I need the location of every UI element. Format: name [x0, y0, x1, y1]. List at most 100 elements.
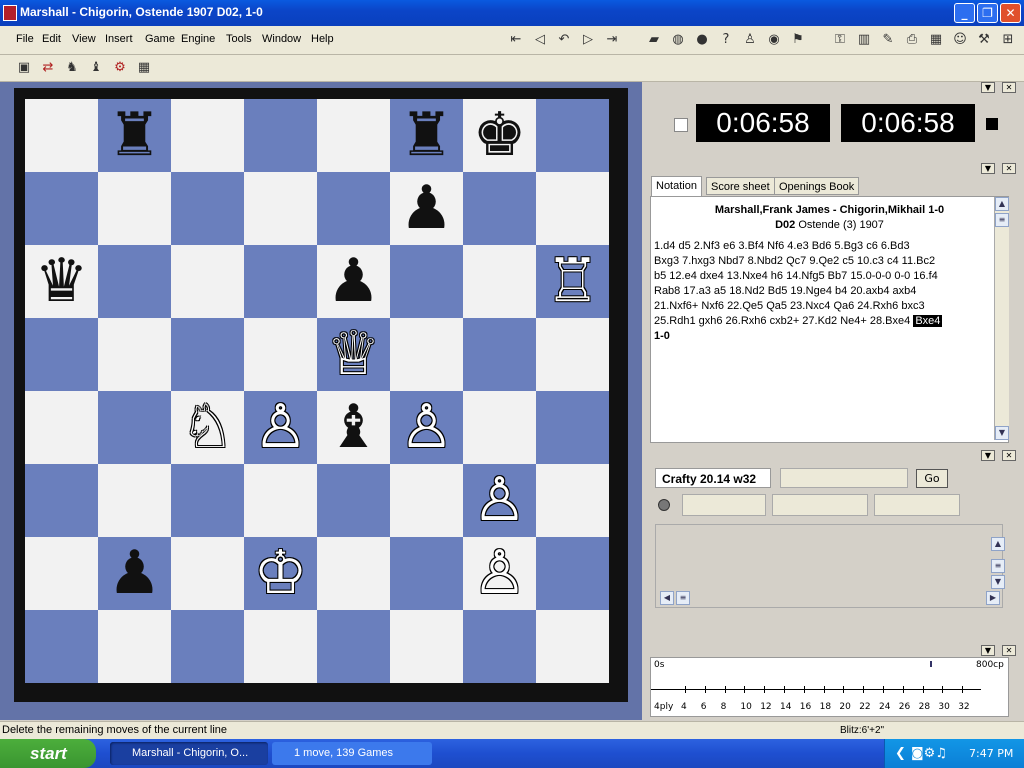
- square-h1[interactable]: [536, 610, 609, 683]
- black-pawn-b2[interactable]: ♟: [98, 537, 171, 610]
- taskbar-item-database[interactable]: 1 move, 139 Games: [272, 742, 432, 765]
- current-move[interactable]: Bxe4: [913, 315, 943, 327]
- scroll-left-button[interactable]: ◀: [660, 591, 674, 605]
- tab-score-sheet[interactable]: Score sheet: [706, 177, 775, 195]
- square-g7[interactable]: [463, 172, 536, 245]
- white-pawn-d4[interactable]: ♙: [244, 391, 317, 464]
- square-f5[interactable]: [390, 318, 463, 391]
- panel-close-button[interactable]: ✕: [1002, 645, 1016, 656]
- square-e2[interactable]: [317, 537, 390, 610]
- panel-menu-button[interactable]: ▼: [981, 450, 995, 461]
- move-line[interactable]: Rab8 17.a3 a5 18.Nd2 Bd5 19.Nge4 b4 20.a…: [654, 284, 994, 299]
- panel-close-button[interactable]: ✕: [1002, 163, 1016, 174]
- square-c5[interactable]: [171, 318, 244, 391]
- square-c6[interactable]: [171, 245, 244, 318]
- save-icon[interactable]: ▣: [16, 60, 32, 76]
- panel-menu-button[interactable]: ▼: [981, 82, 995, 93]
- square-b6[interactable]: [98, 245, 171, 318]
- prev-move-icon[interactable]: ◁: [532, 32, 548, 48]
- square-e7[interactable]: [317, 172, 390, 245]
- move-line[interactable]: b5 12.e4 dxe4 13.Nxe4 h6 14.Nfg5 Bb7 15.…: [654, 269, 994, 284]
- square-b5[interactable]: [98, 318, 171, 391]
- ball-icon[interactable]: ◉: [766, 32, 782, 48]
- white-pawn-g2[interactable]: ♙: [463, 537, 536, 610]
- minimize-button[interactable]: _: [954, 3, 975, 23]
- square-a7[interactable]: [25, 172, 98, 245]
- notation-scrollbar[interactable]: ▲ ≡ ▼: [994, 197, 1009, 440]
- square-a8[interactable]: [25, 99, 98, 172]
- menu-tools[interactable]: Tools: [226, 33, 252, 45]
- panel-close-button[interactable]: ✕: [1002, 450, 1016, 461]
- last-move-icon[interactable]: ⇥: [604, 32, 620, 48]
- black-rook-f8[interactable]: ♜: [390, 99, 463, 172]
- white-king-d2[interactable]: ♔: [244, 537, 317, 610]
- black-queen-a6[interactable]: ♛: [25, 245, 98, 318]
- square-g5[interactable]: [463, 318, 536, 391]
- menu-file[interactable]: File: [16, 33, 34, 45]
- restore-button[interactable]: ❐: [977, 3, 998, 23]
- square-d8[interactable]: [244, 99, 317, 172]
- square-c3[interactable]: [171, 464, 244, 537]
- square-d6[interactable]: [244, 245, 317, 318]
- panel-menu-button[interactable]: ▼: [981, 163, 995, 174]
- move-line[interactable]: 21.Nxf6+ Nxf6 22.Qe5 Qa5 23.Nxc4 Qa6 24.…: [654, 299, 994, 314]
- menu-engine[interactable]: Engine: [181, 33, 215, 45]
- engine-output[interactable]: ▲ ≡ ▼ ◀ ≡ ▶: [655, 524, 1005, 608]
- user-icon[interactable]: ☺: [952, 32, 968, 48]
- square-g6[interactable]: [463, 245, 536, 318]
- square-h8[interactable]: [536, 99, 609, 172]
- globe-icon[interactable]: ◍: [670, 32, 686, 48]
- square-h3[interactable]: [536, 464, 609, 537]
- move-line[interactable]: 1.d4 d5 2.Nf3 e6 3.Bf4 Nf6 4.e3 Bd6 5.Bg…: [654, 239, 994, 254]
- tools-icon[interactable]: ⚒: [976, 32, 992, 48]
- square-e8[interactable]: [317, 99, 390, 172]
- white-pawn-g3[interactable]: ♙: [463, 464, 536, 537]
- pieces2-icon[interactable]: ♝: [88, 60, 104, 76]
- scroll-h-thumb[interactable]: ≡: [676, 591, 690, 605]
- white-rook-h6[interactable]: ♖: [536, 245, 609, 318]
- move-line[interactable]: Bxg3 7.hxg3 Nbd7 8.Nbd2 Qc7 9.Qe2 c5 10.…: [654, 254, 994, 269]
- scroll-up-button[interactable]: ▲: [995, 197, 1009, 211]
- square-b1[interactable]: [98, 610, 171, 683]
- key-icon[interactable]: ⚿: [832, 32, 848, 48]
- menu-window[interactable]: Window: [262, 33, 301, 45]
- menu-insert[interactable]: Insert: [105, 33, 133, 45]
- close-button[interactable]: ✕: [1000, 3, 1021, 23]
- move-line[interactable]: 25.Rdh1 gxh6 26.Rxh6 cxb2+ 27.Kd2 Ne4+ 2…: [654, 314, 994, 329]
- folder-icon[interactable]: ▰: [646, 32, 662, 48]
- scroll-thumb[interactable]: ≡: [991, 559, 1005, 573]
- scroll-right-button[interactable]: ▶: [986, 591, 1000, 605]
- menu-view[interactable]: View: [72, 33, 96, 45]
- menu-edit[interactable]: Edit: [42, 33, 61, 45]
- square-g4[interactable]: [463, 391, 536, 464]
- start-button[interactable]: start: [0, 739, 96, 768]
- black-rook-b8[interactable]: ♜: [98, 99, 171, 172]
- undo-icon[interactable]: ↶: [556, 32, 572, 48]
- square-f2[interactable]: [390, 537, 463, 610]
- setup-icon[interactable]: ⊞: [1000, 32, 1016, 48]
- first-move-icon[interactable]: ⇤: [508, 32, 524, 48]
- print-icon[interactable]: ⎙: [904, 32, 920, 48]
- square-c7[interactable]: [171, 172, 244, 245]
- evaluation-graph[interactable]: 0s 800cp 4ply 4 6 8 10 12 14 16 18 20 22 24 26 28 30 3…: [650, 657, 1009, 717]
- tray-arrow-icon[interactable]: ❮: [895, 739, 906, 768]
- tab-openings-book[interactable]: Openings Book: [774, 177, 860, 195]
- white-knight-c4[interactable]: ♘: [171, 391, 244, 464]
- square-b3[interactable]: [98, 464, 171, 537]
- square-h4[interactable]: [536, 391, 609, 464]
- square-a4[interactable]: [25, 391, 98, 464]
- chess-board[interactable]: ♜ ♜ ♚ ♟ ♛ ♟ ♖ ♕ ♘ ♙ ♝ ♙ ♙ ♟ ♔ ♙: [14, 88, 628, 702]
- taskbar-item-chessbase[interactable]: Marshall - Chigorin, O...: [110, 742, 268, 765]
- white-queen-e5[interactable]: ♕: [317, 318, 390, 391]
- square-d7[interactable]: [244, 172, 317, 245]
- next-move-icon[interactable]: ▷: [580, 32, 596, 48]
- app-icon[interactable]: [3, 5, 17, 21]
- panel-menu-button[interactable]: ▼: [981, 645, 995, 656]
- square-a5[interactable]: [25, 318, 98, 391]
- square-b7[interactable]: [98, 172, 171, 245]
- square-d3[interactable]: [244, 464, 317, 537]
- grid-icon[interactable]: ▦: [136, 60, 152, 76]
- question-icon[interactable]: ?: [718, 32, 734, 48]
- black-pawn-e6[interactable]: ♟: [317, 245, 390, 318]
- square-h2[interactable]: [536, 537, 609, 610]
